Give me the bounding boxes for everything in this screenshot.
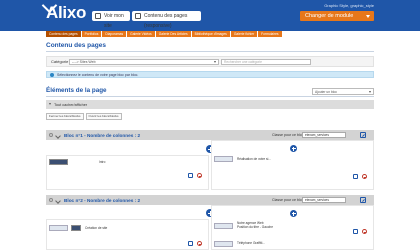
module-tabs: Contenu des pages Portfolios Diaporamas … — [46, 31, 282, 37]
add-bloc-select[interactable]: Ajouter un bloc — [312, 88, 374, 95]
alixo-logo[interactable]: Alixo — [41, 0, 86, 23]
tab-bibliotheque-images[interactable]: Bibliothèque d'images — [191, 31, 230, 37]
elements-title: Éléments de la page — [46, 87, 107, 94]
bloc-2-title: Bloc n°2 - Nombre de colonnes : 2 — [64, 197, 141, 203]
module-select[interactable]: Changer de module — [300, 11, 374, 21]
add-content-icon[interactable] — [290, 210, 297, 217]
tab-diaporamas[interactable]: Diaporamas — [102, 31, 127, 37]
edit-icon[interactable] — [188, 241, 193, 246]
bloc-1-title: Bloc n°1 - Nombre de colonnes : 2 — [64, 132, 141, 138]
module-select-label: Changer de module — [305, 13, 354, 19]
edit-icon[interactable] — [188, 173, 193, 178]
bloc-1-left-column: Intro — [46, 155, 209, 190]
bloc-2-right-item-2-text: Téléphone Graffiti... — [237, 241, 265, 245]
view-site-button[interactable]: Voir mon site — [92, 11, 130, 29]
bloc-1-header: Bloc n°1 - Nombre de colonnes : 2 Classe… — [46, 130, 374, 140]
bloc-2-right-thumbnail-2 — [214, 241, 233, 247]
chevron-down-icon[interactable] — [55, 132, 61, 139]
chevron-down-icon — [366, 15, 370, 18]
delete-icon[interactable] — [362, 174, 367, 179]
category-search-input[interactable]: Rechercher une catégorie — [221, 59, 311, 65]
toggle-all-bar[interactable]: Tout cacher/afficher — [46, 100, 374, 109]
drag-handle-icon[interactable] — [49, 133, 53, 137]
info-icon — [50, 73, 54, 77]
top-header: Alixo Voir mon site Contenu des pages (r… — [0, 0, 420, 31]
bloc-1-left-thumbnail — [49, 159, 68, 165]
bloc-2-class-input[interactable]: etexam_services — [302, 197, 346, 203]
info-message: Sélectionnez le contenu de votre page bl… — [46, 71, 374, 78]
tab-portfolios[interactable]: Portfolios — [81, 31, 102, 37]
bloc-2-right-column: Notre agence Web Position du titre - Gau… — [211, 205, 374, 250]
tab-formulaires[interactable]: Formulaires — [258, 31, 282, 37]
drag-handle-icon[interactable] — [49, 198, 53, 202]
close-all-blocs-button[interactable]: Fermer les blocs/blocks — [46, 113, 84, 120]
edit-icon[interactable] — [353, 174, 358, 179]
bloc-1-right-thumbnail — [214, 156, 233, 162]
category-select[interactable]: ----> Sites Web — [69, 59, 219, 65]
add-content-icon[interactable] — [290, 145, 297, 152]
page-content-button[interactable]: Contenu des pages (responsive) — [132, 11, 201, 29]
bloc-toggle-buttons: Fermer les blocs/blocks Ouvrir les blocs… — [46, 113, 122, 120]
chevron-down-icon — [369, 91, 371, 93]
tab-galerie-videos[interactable]: Galerie Vidéos — [127, 31, 155, 37]
bloc-1-class-label: Classe pour ce bloc — [272, 133, 304, 137]
bloc-2-left-item-text: Création de site — [85, 226, 108, 230]
open-all-blocs-button[interactable]: Ouvrir les blocs/blocks — [85, 113, 122, 120]
category-selected-value: ----> Sites Web — [72, 60, 96, 64]
bloc-1-right-item-text: Réalisation de votre si... — [237, 157, 272, 161]
delete-icon[interactable] — [362, 229, 367, 234]
chevron-down-icon — [214, 61, 216, 63]
page-title: Contenu des pages — [46, 42, 106, 49]
toggle-all-label: Tout cacher/afficher — [54, 102, 88, 107]
chevron-down-icon[interactable] — [55, 197, 61, 204]
bloc-2-left-image — [71, 225, 81, 231]
info-text: Sélectionnez le contenu de votre page bl… — [57, 73, 139, 77]
bloc-2-class-label: Classe pour ce bloc — [272, 198, 304, 202]
category-label: Catégorie : — [51, 59, 71, 64]
bloc-1-class-input[interactable]: etexam_services — [302, 132, 346, 138]
edit-pages-icon — [135, 13, 141, 19]
title-divider — [46, 51, 374, 52]
page-content-label: Contenu des pages (responsive) — [144, 13, 188, 29]
bloc-2-header: Bloc n°2 - Nombre de colonnes : 2 Classe… — [46, 195, 374, 205]
bloc-1-left-item-text: Intro — [99, 160, 106, 164]
delete-icon[interactable] — [197, 241, 202, 246]
user-info: Graphic Style, graphic_style — [324, 3, 374, 8]
add-bloc-label: Ajouter un bloc — [315, 90, 337, 94]
bloc-2-right-thumbnail — [214, 223, 233, 229]
delete-icon[interactable] — [197, 173, 202, 178]
elements-divider — [46, 96, 374, 97]
bloc-2-left-column: Création de site — [46, 219, 209, 250]
edit-icon[interactable] — [360, 132, 366, 138]
category-panel: Catégorie : ----> Sites Web Rechercher u… — [46, 56, 374, 67]
monitor-icon — [95, 13, 101, 19]
bloc-2-right-item-text: Notre agence Web Position du titre - Gau… — [237, 221, 273, 229]
caret-down-icon — [49, 103, 51, 105]
tab-contenu-des-pages[interactable]: Contenu des pages — [46, 31, 81, 37]
edit-icon[interactable] — [360, 197, 366, 203]
edit-icon[interactable] — [353, 229, 358, 234]
tab-galerie-fichier[interactable]: Galerie fichier — [230, 31, 258, 37]
tab-galerie-articles[interactable]: Galerie Des Articles — [155, 31, 191, 37]
bloc-2-left-thumbnail — [49, 225, 68, 231]
bloc-1-right-column: Réalisation de votre si... — [211, 140, 374, 190]
view-site-label: Voir mon site — [104, 13, 124, 29]
